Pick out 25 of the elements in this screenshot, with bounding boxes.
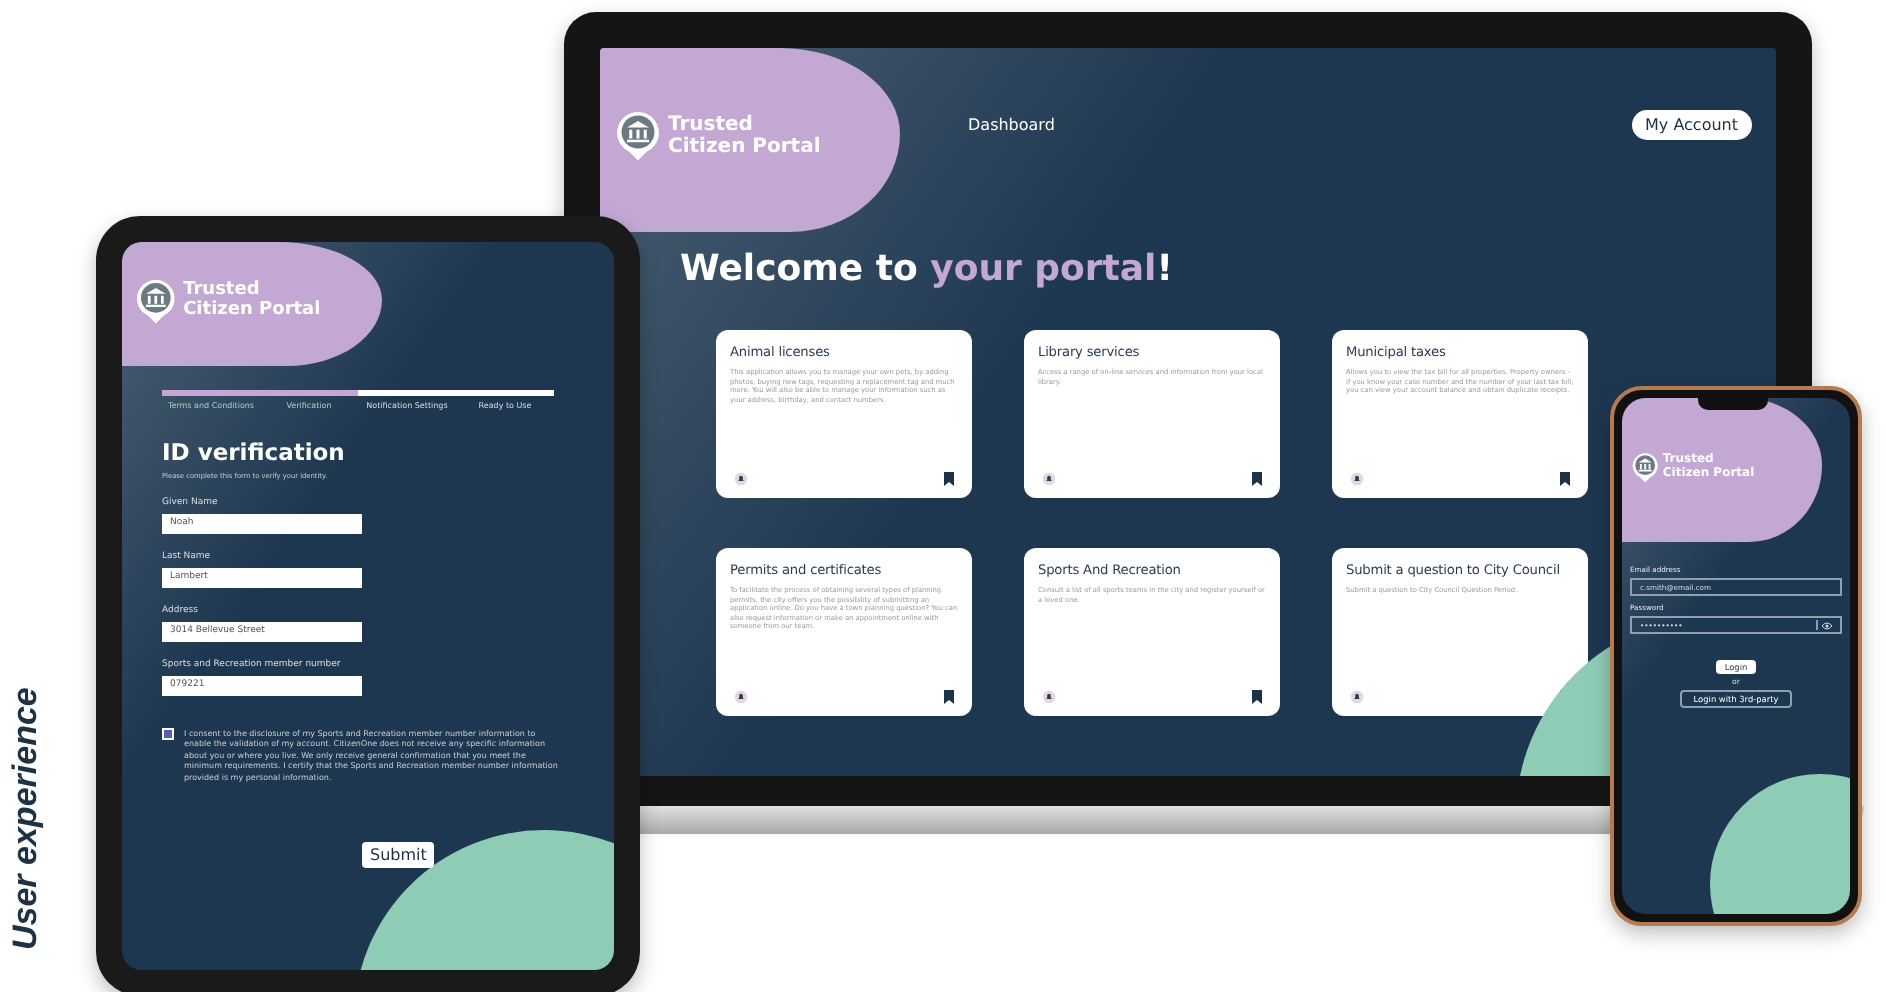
submit-button[interactable]: Submit (362, 841, 435, 868)
bookmark-icon[interactable] (1252, 690, 1262, 704)
bell-icon (734, 690, 748, 704)
portal-name: Trusted Citizen Portal (183, 279, 321, 322)
side-label: User experience (6, 690, 46, 950)
bell-icon (1350, 690, 1364, 704)
bell-icon (1350, 472, 1364, 486)
dashboard-link[interactable]: Dashboard (968, 115, 1055, 133)
bookmark-icon[interactable] (1252, 472, 1262, 486)
bookmark-icon[interactable] (944, 472, 954, 486)
phone-notch (1698, 398, 1768, 410)
building-pin-icon (616, 110, 660, 162)
bell-icon (734, 472, 748, 486)
consent-checkbox[interactable] (162, 728, 174, 740)
eye-icon[interactable] (1822, 621, 1832, 629)
bookmark-icon[interactable] (1560, 472, 1570, 486)
building-pin-icon (136, 277, 176, 324)
bell-icon (1042, 472, 1056, 486)
building-pin-icon (1631, 452, 1658, 483)
welcome-heading: Welcome to your portal! (680, 248, 1175, 290)
bell-icon (1042, 690, 1056, 704)
portal-name: Trusted Citizen Portal (668, 113, 821, 159)
bookmark-icon[interactable] (944, 690, 954, 704)
form-title: ID verification (162, 438, 347, 466)
my-account-button[interactable]: My Account (1631, 109, 1752, 139)
